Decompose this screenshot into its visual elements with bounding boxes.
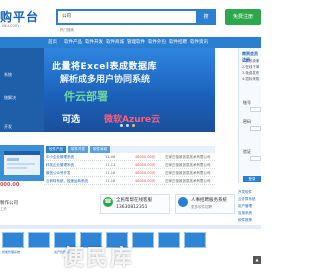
row-company[interactable]: 石家庄极致信息技术有限公司	[165, 178, 211, 185]
row-company[interactable]: 石家庄极致信息技术有限公司	[165, 154, 211, 161]
row-date: 11-16	[105, 171, 116, 175]
scroll-top-button[interactable]: ▲	[253, 256, 261, 264]
service-title: 全民帮帮在线客服	[116, 198, 152, 203]
search-input[interactable]	[82, 11, 182, 23]
banner-line: 微软Azure云	[104, 115, 161, 125]
row-date: 11-11	[105, 163, 116, 167]
banner-line: 此量将Excel表成数据库	[52, 62, 157, 72]
product-thumbnail[interactable]	[0, 145, 44, 181]
login-step: 2.在线下单	[242, 65, 260, 69]
nav-item-home[interactable]: 首页	[48, 39, 57, 45]
nav-item-jobs[interactable]: 软件招聘	[169, 39, 187, 45]
banner-line: 解析成多用户协同系统	[60, 75, 151, 85]
tab-mall[interactable]: 软件商城	[90, 146, 110, 153]
row-name[interactable]: 云转转系统，极速运转系统	[46, 178, 88, 185]
row-date: 11-06	[105, 155, 116, 159]
recommend-link[interactable]: 云计算系统	[238, 197, 256, 202]
password-field[interactable]	[250, 126, 261, 131]
row-name[interactable]: 微信公众号开发	[46, 170, 71, 177]
row-price: 48000.00元	[135, 163, 156, 167]
sidebar-item[interactable]: 开发	[4, 124, 12, 130]
sidebar-item[interactable]: 统解决	[4, 95, 16, 101]
product-tile[interactable]	[158, 232, 180, 248]
screenshot-icon	[4, 151, 40, 175]
carousel-dot[interactable]	[126, 124, 129, 127]
watermark: 便民库	[62, 246, 135, 271]
recommend-link[interactable]: 开发软件	[238, 190, 252, 195]
nav-item-products[interactable]: 软件产品	[64, 39, 82, 45]
product-tile[interactable]	[2, 232, 24, 248]
search-button[interactable]: 搜	[196, 9, 216, 25]
product-tile[interactable]	[132, 232, 154, 248]
row-price: 48000.00元	[135, 179, 156, 183]
register-button[interactable]: 免费注册	[225, 9, 261, 25]
login-step: 4.招标采购	[242, 77, 260, 81]
tile-label[interactable]: 智能管理系统	[2, 250, 20, 254]
password-label: 密码	[243, 119, 251, 124]
login-button[interactable]: 登录	[243, 176, 261, 182]
recommend-link[interactable]: 用户管理	[238, 204, 252, 209]
tab-development[interactable]: 软件开发	[68, 146, 88, 153]
nav-item-outsourcing[interactable]: 软件外包	[148, 39, 166, 45]
banner-line: 件云部署	[64, 90, 108, 103]
phone-icon: ☎	[103, 197, 113, 207]
recommend-link[interactable]: 应用系统	[238, 211, 252, 216]
row-date: 11-18	[105, 179, 116, 183]
recommend-link[interactable]: 软件推荐	[238, 218, 252, 223]
sidebar-item[interactable]: 系统	[4, 72, 12, 78]
sidebar-note[interactable]: 製作公司	[0, 200, 18, 206]
logo-domain: iwu.com	[2, 23, 19, 28]
product-tile[interactable]	[184, 232, 206, 248]
username-field[interactable]	[250, 107, 261, 112]
jobs-title: 人事招聘服务系统	[191, 198, 227, 203]
row-name[interactable]: 科技企业管理系统	[46, 162, 74, 169]
tab-products[interactable]: 软件产品	[46, 146, 66, 153]
category-sidebar	[0, 48, 44, 132]
row-company[interactable]: 石家庄极致信息技术有限公司	[165, 162, 211, 169]
row-price: 48000.00元	[135, 171, 156, 175]
carousel-dot[interactable]	[132, 124, 135, 127]
carousel-dot[interactable]	[120, 124, 123, 127]
page-root: 购平台 iwu.com 公司 搜 热门搜索 免费注册 首页 软件产品 软件开发 …	[0, 0, 261, 274]
username-label: 账号	[243, 100, 251, 105]
nav-item-mall[interactable]: 软件商城	[106, 39, 124, 45]
captcha-field[interactable]	[250, 156, 261, 161]
row-name[interactable]: 中小企业管理系统	[46, 154, 74, 161]
product-price: 000.00	[0, 182, 20, 188]
nav-item-news[interactable]: 软件资讯	[190, 39, 208, 45]
captcha-label: 验证	[243, 149, 251, 154]
sidebar-note-sub: 工作	[0, 207, 7, 211]
jobs-subtitle[interactable]: 更多软件招聘	[191, 205, 212, 210]
banner-line: 可选	[62, 115, 81, 125]
hot-search-label: 热门搜索	[60, 28, 74, 32]
search-category-select[interactable]: 公司	[62, 13, 71, 19]
nav-item-management[interactable]: 管理软件	[127, 39, 145, 45]
section-divider	[0, 225, 261, 229]
row-company[interactable]: 石家庄极致信息技术有限公司	[165, 170, 211, 177]
product-tile[interactable]	[28, 232, 50, 248]
login-step: 3.免费发布	[242, 71, 260, 75]
service-phone: 13630812351	[116, 205, 148, 210]
nav-item-development[interactable]: 软件开发	[85, 39, 103, 45]
person-icon	[178, 197, 188, 207]
row-price: 48000.00元	[135, 155, 156, 159]
login-step: 1.联系卖家	[242, 59, 260, 63]
